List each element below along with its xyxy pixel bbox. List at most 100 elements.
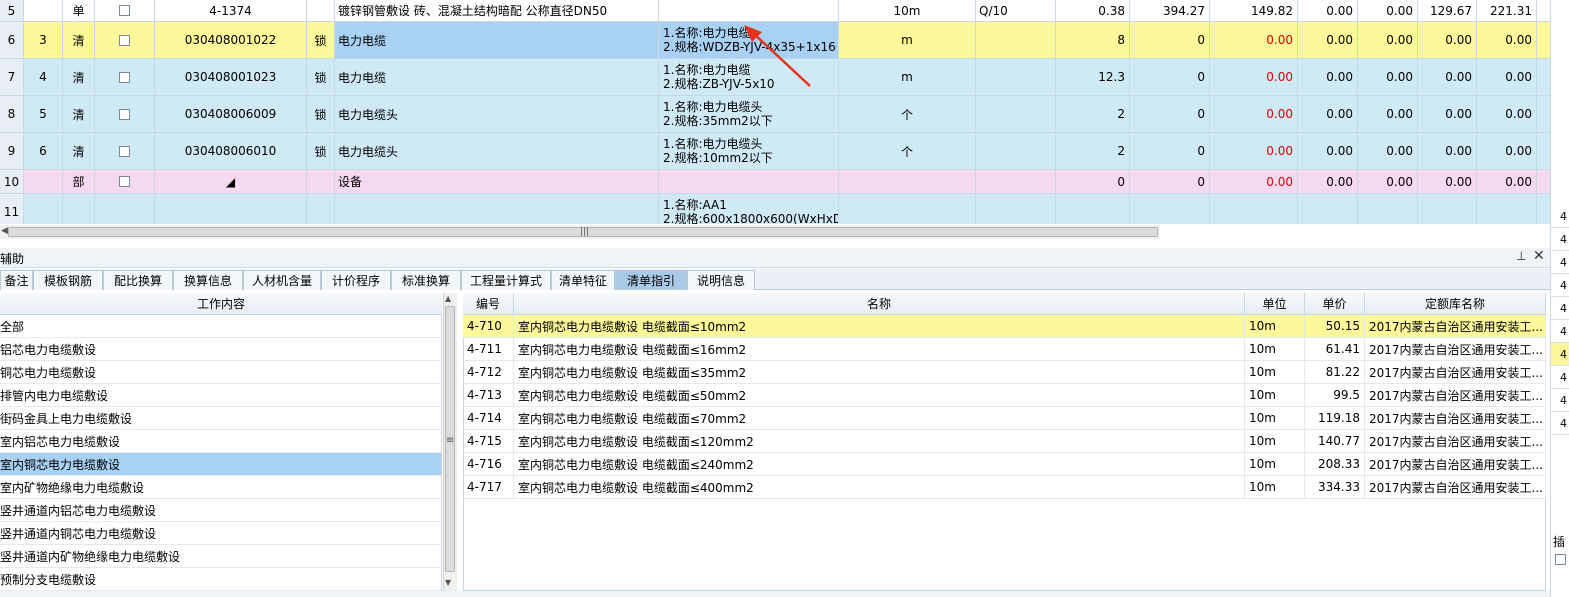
cell-seq[interactable]: 4 (24, 59, 63, 95)
quota-row[interactable]: 4-711 室内铜芯电力电缆敷设 电缆截面≤16mm2 10m 61.41 2017内蒙… (463, 338, 1546, 361)
quota-row[interactable]: 4-710 室内铜芯电力电缆敷设 电缆截面≤10mm2 10m 50.15 2017内蒙… (463, 315, 1546, 338)
tab-item[interactable]: 换算信息 (173, 270, 243, 290)
quota-cell-code[interactable]: 4-716 (463, 453, 514, 475)
row-checkbox[interactable] (119, 34, 130, 46)
work-content-item[interactable]: 排管内电力电缆敷设 (0, 384, 441, 407)
cell-v1[interactable]: 0 (1130, 22, 1210, 58)
cell-v2[interactable]: 0.00 (1210, 133, 1298, 169)
cell-type[interactable]: 清 (63, 133, 95, 169)
quota-cell-lib[interactable]: 2017内蒙古自治区通用安装工... (1365, 384, 1546, 406)
cell-lock[interactable]: 锁 (307, 133, 335, 169)
cell-qty[interactable]: 0.38 (1056, 0, 1130, 21)
cell-unit[interactable]: m (839, 59, 976, 95)
cell-v1[interactable]: 0 (1130, 170, 1210, 193)
quota-cell-code[interactable]: 4-712 (463, 361, 514, 383)
cell-code[interactable]: 030408006009 (155, 96, 307, 132)
quota-cell-lib[interactable]: 2017内蒙古自治区通用安装工... (1365, 476, 1546, 498)
cell-v2[interactable] (1210, 194, 1298, 224)
feature-cell[interactable]: 1.名称:电力电缆头 2.规格:10mm2以下 (659, 133, 839, 169)
cell-unit[interactable]: 个 (839, 133, 976, 169)
row-checkbox[interactable] (119, 176, 130, 187)
cell-name[interactable]: 电力电缆头 (335, 96, 659, 132)
row-checkbox-cell[interactable] (95, 0, 155, 21)
strip-item[interactable]: 4 (1551, 228, 1569, 251)
cell-lock[interactable]: 锁 (307, 96, 335, 132)
cell-qty[interactable] (1056, 194, 1130, 224)
cell-v2[interactable]: 0.00 (1210, 170, 1298, 193)
row-checkbox[interactable] (119, 71, 130, 83)
bill-row[interactable]: 5 单 4-1374 镀锌钢管敷设 砖、混凝土结构暗配 公称直径DN50 10m Q/10… (0, 0, 1550, 22)
quota-cell-name[interactable]: 室内铜芯电力电缆敷设 电缆截面≤240mm2 (514, 453, 1245, 475)
work-content-item[interactable]: 竖井通道内矿物绝缘电力电缆敷设 (0, 545, 441, 568)
quota-cell-unit[interactable]: 10m (1245, 453, 1305, 475)
cell-v6[interactable] (1477, 194, 1537, 224)
strip-item[interactable]: 4 (1551, 205, 1569, 228)
cell-name[interactable]: 电力电缆头 (335, 133, 659, 169)
quota-cell-code[interactable]: 4-713 (463, 384, 514, 406)
strip-item[interactable]: 4 (1551, 343, 1569, 366)
cell-v6[interactable]: 0.00 (1477, 22, 1537, 58)
tab-item[interactable]: 备注 (0, 270, 33, 290)
cell-v6[interactable]: 0.00 (1477, 59, 1537, 95)
cell-qty[interactable]: 2 (1056, 133, 1130, 169)
cell-seq[interactable]: 3 (24, 22, 63, 58)
quota-cell-code[interactable]: 4-711 (463, 338, 514, 360)
col-header-code[interactable]: 编号 (463, 293, 514, 315)
quota-cell-price[interactable]: 61.41 (1305, 338, 1365, 360)
cell-type[interactable]: 部 (63, 170, 95, 193)
quota-cell-unit[interactable]: 10m (1245, 315, 1305, 337)
work-content-item[interactable]: 铝芯电力电缆敷设 (0, 338, 441, 361)
cell-v3[interactable] (1298, 194, 1358, 224)
row-checkbox[interactable] (119, 145, 130, 157)
cell-lock[interactable] (307, 194, 335, 224)
cell-v5[interactable]: 0.00 (1418, 170, 1477, 193)
quota-cell-lib[interactable]: 2017内蒙古自治区通用安装工... (1365, 453, 1546, 475)
quota-cell-code[interactable]: 4-710 (463, 315, 514, 337)
cell-unit[interactable] (839, 170, 976, 193)
cell-code[interactable]: 030408001023 (155, 59, 307, 95)
work-content-item[interactable]: 铜芯电力电缆敷设 (0, 361, 441, 384)
cell-expr[interactable]: Q/10 (976, 0, 1056, 21)
cell-v5[interactable]: 129.67 (1418, 0, 1477, 21)
scroll-up-arrow-icon[interactable]: ▲ (445, 294, 451, 303)
col-header-unit[interactable]: 单位 (1245, 293, 1305, 315)
cell-expr[interactable] (976, 96, 1056, 132)
cell-type[interactable]: 单 (63, 0, 95, 21)
work-content-item[interactable]: 室内矿物绝缘电力电缆敷设 (0, 476, 441, 499)
pin-icon[interactable]: ⊥ (1516, 249, 1526, 263)
cell-v2[interactable]: 149.82 (1210, 0, 1298, 21)
cell-v4[interactable]: 0.00 (1358, 133, 1418, 169)
cell-lock[interactable]: 锁 (307, 59, 335, 95)
close-icon[interactable]: ✕ (1533, 248, 1545, 264)
cell-lock[interactable] (307, 0, 335, 21)
cell-v2[interactable]: 0.00 (1210, 22, 1298, 58)
strip-item[interactable]: 4 (1551, 251, 1569, 274)
cell-code[interactable]: ◢ (155, 170, 307, 193)
quota-cell-price[interactable]: 208.33 (1305, 453, 1365, 475)
cell-expr[interactable] (976, 59, 1056, 95)
cell-seq[interactable] (24, 194, 63, 224)
cell-type[interactable]: 清 (63, 96, 95, 132)
quota-cell-code[interactable]: 4-715 (463, 430, 514, 452)
quota-cell-name[interactable]: 室内铜芯电力电缆敷设 电缆截面≤400mm2 (514, 476, 1245, 498)
quota-cell-unit[interactable]: 10m (1245, 476, 1305, 498)
feature-cell[interactable]: 1.名称:电力电缆头 2.规格:35mm2以下 (659, 96, 839, 132)
scroll-down-arrow-icon[interactable]: ▼ (445, 578, 451, 587)
quota-cell-name[interactable]: 室内铜芯电力电缆敷设 电缆截面≤70mm2 (514, 407, 1245, 429)
cell-v5[interactable]: 0.00 (1418, 133, 1477, 169)
cell-expr[interactable] (976, 22, 1056, 58)
cell-v1[interactable]: 0 (1130, 59, 1210, 95)
cell-v5[interactable]: 0.00 (1418, 22, 1477, 58)
quota-cell-price[interactable]: 99.5 (1305, 384, 1365, 406)
tab-item[interactable]: 配比换算 (103, 270, 173, 290)
cell-seq[interactable]: 6 (24, 133, 63, 169)
quota-cell-price[interactable]: 119.18 (1305, 407, 1365, 429)
quota-cell-name[interactable]: 室内铜芯电力电缆敷设 电缆截面≤35mm2 (514, 361, 1245, 383)
cell-name[interactable]: 电力电缆 (335, 59, 659, 95)
cell-v6[interactable]: 0.00 (1477, 170, 1537, 193)
work-content-item[interactable]: 街码金具上电力电缆敷设 (0, 407, 441, 430)
col-header-price[interactable]: 单价 (1305, 293, 1365, 315)
strip-item[interactable]: 4 (1551, 412, 1569, 435)
tab-item[interactable]: 标准换算 (391, 270, 461, 290)
feature-cell[interactable] (659, 170, 839, 193)
